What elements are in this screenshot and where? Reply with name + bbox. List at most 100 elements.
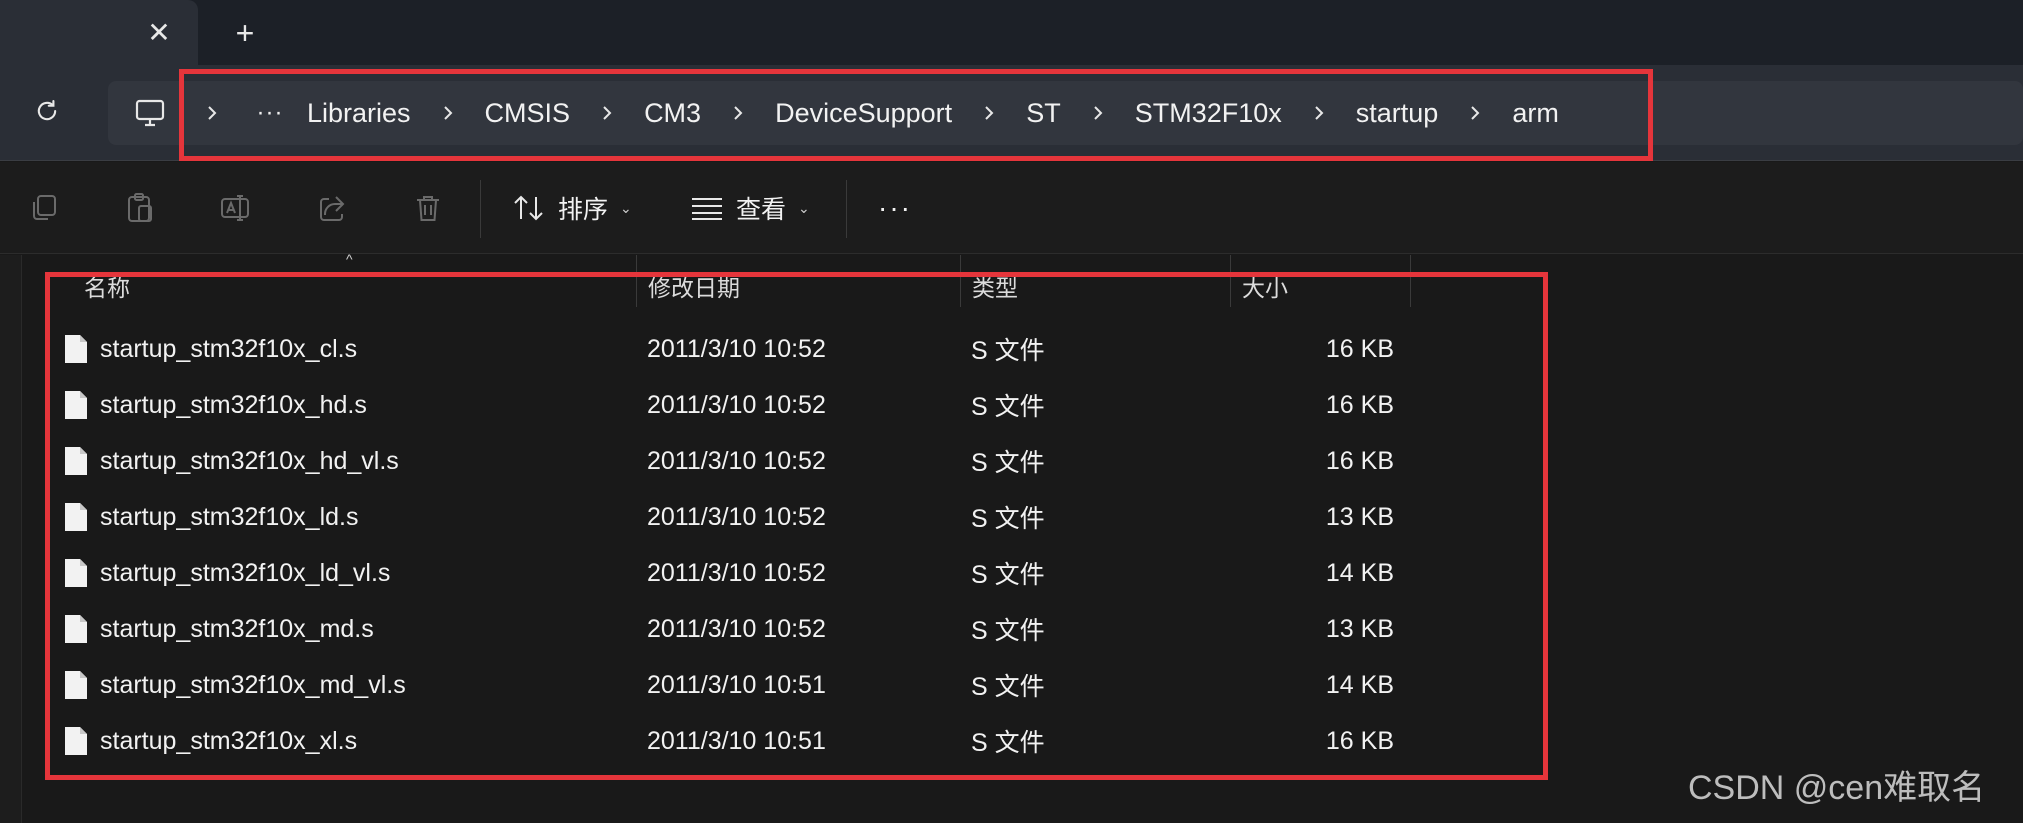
- file-date: 2011/3/10 10:51: [647, 726, 826, 755]
- breadcrumb-item-stm32f10x[interactable]: STM32F10x: [1127, 98, 1290, 129]
- file-date: 2011/3/10 10:52: [647, 614, 826, 643]
- breadcrumb-item-libraries[interactable]: Libraries: [299, 98, 419, 129]
- file-name: startup_stm32f10x_ld_vl.s: [100, 558, 391, 587]
- column-headers: ^ 名称 修改日期 类型 大小: [0, 251, 2023, 307]
- file-name: startup_stm32f10x_ld.s: [100, 502, 359, 531]
- copy-icon[interactable]: [24, 188, 64, 228]
- file-icon: [65, 727, 87, 755]
- file-icon: [65, 671, 87, 699]
- chevron-right-icon[interactable]: [1290, 81, 1348, 145]
- file-date: 2011/3/10 10:52: [647, 334, 826, 363]
- file-type: S 文件: [971, 617, 1045, 645]
- command-toolbar: 排序 ⌄ 查看 ⌄ ···: [0, 162, 2023, 254]
- file-name: startup_stm32f10x_md.s: [100, 614, 374, 643]
- share-icon[interactable]: [312, 188, 352, 228]
- file-row[interactable]: startup_stm32f10x_ld.s 2011/3/10 10:52 S…: [0, 489, 2023, 545]
- rename-icon[interactable]: [215, 188, 255, 228]
- file-icon: [65, 559, 87, 587]
- toolbar-divider: [846, 180, 847, 238]
- file-name: startup_stm32f10x_hd_vl.s: [100, 446, 399, 475]
- column-header-size[interactable]: 大小: [1242, 269, 1288, 303]
- view-label: 查看: [736, 196, 787, 224]
- file-size: 16 KB: [1325, 446, 1394, 475]
- file-icon: [65, 391, 87, 419]
- file-size: 13 KB: [1325, 502, 1394, 531]
- delete-icon[interactable]: [408, 188, 448, 228]
- breadcrumb-item-arm[interactable]: arm: [1504, 98, 1567, 129]
- file-row[interactable]: startup_stm32f10x_hd.s 2011/3/10 10:52 S…: [0, 377, 2023, 433]
- file-icon: [65, 503, 87, 531]
- chevron-right-icon[interactable]: [1069, 81, 1127, 145]
- file-name: startup_stm32f10x_xl.s: [100, 726, 358, 755]
- breadcrumb-item-st[interactable]: ST: [1018, 98, 1069, 129]
- chevron-right-icon[interactable]: [960, 81, 1018, 145]
- sort-label: 排序: [558, 196, 609, 224]
- file-icon: [65, 335, 87, 363]
- file-name: startup_stm32f10x_md_vl.s: [100, 670, 406, 699]
- chevron-right-icon[interactable]: [1446, 81, 1504, 145]
- file-size: 14 KB: [1325, 670, 1394, 699]
- file-name: startup_stm32f10x_cl.s: [100, 334, 358, 363]
- address-bar[interactable]: ··· Libraries CMSIS CM3 DeviceSupport ST…: [108, 81, 2023, 145]
- file-size: 14 KB: [1325, 558, 1394, 587]
- chevron-right-icon[interactable]: [183, 81, 241, 145]
- navigation-bar: ··· Libraries CMSIS CM3 DeviceSupport ST…: [0, 65, 2023, 161]
- more-options-button[interactable]: ···: [878, 184, 912, 232]
- column-header-name[interactable]: 名称: [84, 269, 130, 303]
- file-name: startup_stm32f10x_hd.s: [100, 390, 367, 419]
- refresh-icon[interactable]: [26, 90, 68, 132]
- file-size: 13 KB: [1325, 614, 1394, 643]
- view-icon: [692, 198, 722, 220]
- file-type: S 文件: [971, 393, 1045, 421]
- file-type: S 文件: [971, 449, 1045, 477]
- column-divider[interactable]: [1410, 255, 1411, 307]
- breadcrumb-item-devicesupport[interactable]: DeviceSupport: [767, 98, 960, 129]
- file-date: 2011/3/10 10:52: [647, 558, 826, 587]
- toolbar-divider: [480, 180, 481, 238]
- new-tab-icon[interactable]: +: [226, 14, 264, 52]
- file-row[interactable]: startup_stm32f10x_ld_vl.s 2011/3/10 10:5…: [0, 545, 2023, 601]
- title-bar: ✕ +: [0, 0, 2023, 65]
- file-date: 2011/3/10 10:51: [647, 670, 826, 699]
- breadcrumb-item-startup[interactable]: startup: [1348, 98, 1447, 129]
- column-header-type[interactable]: 类型: [972, 269, 1018, 303]
- file-icon: [65, 615, 87, 643]
- file-type: S 文件: [971, 673, 1045, 701]
- file-row[interactable]: startup_stm32f10x_cl.s 2011/3/10 10:52 S…: [0, 321, 2023, 377]
- column-header-date[interactable]: 修改日期: [648, 269, 740, 303]
- breadcrumb-overflow-button[interactable]: ···: [241, 81, 299, 145]
- file-icon: [65, 447, 87, 475]
- chevron-down-icon: ⌄: [798, 199, 810, 216]
- sort-button[interactable]: 排序 ⌄: [512, 184, 632, 232]
- column-divider[interactable]: [636, 255, 637, 307]
- file-row[interactable]: startup_stm32f10x_md.s 2011/3/10 10:52 S…: [0, 601, 2023, 657]
- breadcrumb: ··· Libraries CMSIS CM3 DeviceSupport ST…: [183, 81, 1567, 145]
- file-date: 2011/3/10 10:52: [647, 390, 826, 419]
- file-type: S 文件: [971, 729, 1045, 757]
- file-date: 2011/3/10 10:52: [647, 446, 826, 475]
- file-type: S 文件: [971, 561, 1045, 589]
- close-tab-icon[interactable]: ✕: [141, 14, 177, 50]
- file-rows: startup_stm32f10x_cl.s 2011/3/10 10:52 S…: [0, 321, 2023, 769]
- file-type: S 文件: [971, 505, 1045, 533]
- column-divider[interactable]: [960, 255, 961, 307]
- paste-icon[interactable]: [120, 188, 160, 228]
- file-type: S 文件: [971, 337, 1045, 365]
- breadcrumb-item-cm3[interactable]: CM3: [636, 98, 709, 129]
- watermark: CSDN @cen难取名: [1688, 769, 1986, 807]
- file-date: 2011/3/10 10:52: [647, 502, 826, 531]
- file-size: 16 KB: [1325, 334, 1394, 363]
- file-row[interactable]: startup_stm32f10x_hd_vl.s 2011/3/10 10:5…: [0, 433, 2023, 489]
- file-size: 16 KB: [1325, 390, 1394, 419]
- column-divider[interactable]: [1230, 255, 1231, 307]
- breadcrumb-item-cmsis[interactable]: CMSIS: [477, 98, 579, 129]
- sort-ascending-icon: ^: [346, 251, 353, 267]
- file-size: 16 KB: [1325, 726, 1394, 755]
- active-tab[interactable]: ✕: [0, 0, 198, 65]
- chevron-right-icon[interactable]: [419, 81, 477, 145]
- chevron-right-icon[interactable]: [578, 81, 636, 145]
- view-button[interactable]: 查看 ⌄: [690, 184, 810, 232]
- this-pc-icon[interactable]: [130, 95, 170, 131]
- file-row[interactable]: startup_stm32f10x_md_vl.s 2011/3/10 10:5…: [0, 657, 2023, 713]
- chevron-right-icon[interactable]: [709, 81, 767, 145]
